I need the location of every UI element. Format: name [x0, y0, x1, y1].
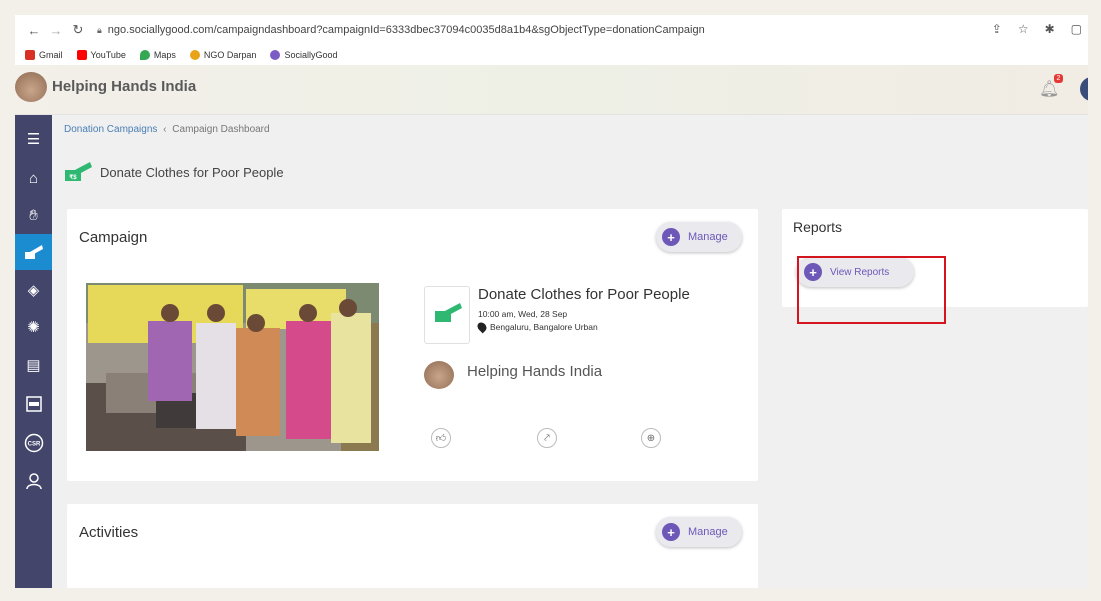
highlight-box [797, 256, 946, 324]
home-icon[interactable]: ⌂ [15, 160, 52, 196]
browser-window: ← → ↻ 🔒︎ ngo.sociallygood.com/campaignda… [15, 15, 1088, 588]
gmail-icon [25, 50, 35, 60]
breadcrumb-parent-link[interactable]: Donation Campaigns [64, 124, 157, 135]
hands-icon[interactable]: ✋︎ [15, 197, 52, 233]
ngo-darpan-icon [189, 50, 200, 60]
activities-card: Activities + Manage [67, 504, 758, 588]
campaign-photo [86, 283, 379, 451]
like-icon[interactable]: 👍︎ [431, 428, 451, 448]
bookmark-sociallygood[interactable]: SociallyGood [270, 50, 337, 60]
address-field[interactable]: 🔒︎ ngo.sociallygood.com/campaigndashboar… [97, 24, 705, 36]
donation-category-icon: ₹$ [64, 160, 94, 184]
sidebar: ☰ ⌂ ✋︎ ◈ ✺ ▤ CSR [15, 115, 52, 588]
org-logo[interactable] [15, 72, 47, 102]
campaign-icon-box [424, 286, 470, 344]
campaign-manage-button[interactable]: + Manage [656, 222, 742, 252]
breadcrumb: Donation Campaigns ‹ Campaign Dashboard [64, 124, 270, 135]
contacts-icon[interactable]: ▤ [15, 347, 52, 383]
breadcrumb-separator: ‹ [163, 124, 167, 135]
menu-icon[interactable]: ☰ [15, 121, 52, 157]
app-header: Helping Hands India 🔔︎ 2 [15, 65, 1088, 115]
forward-icon[interactable]: → [45, 23, 67, 38]
csr-icon[interactable]: CSR [15, 425, 52, 461]
campaign-location: Bengaluru, Bangalore Urban [475, 320, 598, 334]
reports-heading: Reports [793, 219, 843, 235]
main-content: Donation Campaigns ‹ Campaign Dashboard … [52, 115, 1088, 588]
bookmark-ngo-darpan[interactable]: NGO Darpan [189, 50, 256, 60]
campaign-org-name[interactable]: Helping Hands India [467, 363, 602, 380]
url-text: ngo.sociallygood.com/campaigndashboard?c… [107, 24, 705, 36]
award-icon[interactable]: ✺ [15, 309, 52, 345]
page-title: Donate Clothes for Poor People [100, 164, 284, 180]
share-icon[interactable]: ⇪ [992, 22, 1002, 36]
address-bar-row: ← → ↻ 🔒︎ ngo.sociallygood.com/campaignda… [15, 15, 1088, 45]
browser-actions: ⇪ ☆ ✱ ▢ [992, 22, 1082, 36]
maps-icon [139, 50, 150, 60]
add-user-icon[interactable]: ⊕ [641, 428, 661, 448]
plus-icon: + [662, 523, 680, 541]
activities-manage-button[interactable]: + Manage [656, 517, 742, 547]
plus-icon: + [662, 228, 680, 246]
location-pin-icon [475, 320, 489, 334]
ngo-icon[interactable] [15, 386, 52, 422]
youtube-icon [76, 50, 87, 60]
reload-icon[interactable]: ↻ [67, 22, 89, 38]
share-icon[interactable]: ⤤ [537, 428, 557, 448]
bookmark-youtube[interactable]: YouTube [76, 50, 126, 60]
bookmark-maps[interactable]: Maps [139, 50, 176, 60]
activities-heading: Activities [79, 524, 139, 541]
back-icon[interactable]: ← [23, 23, 45, 38]
svg-text:CSR: CSR [27, 442, 40, 448]
bookmark-gmail[interactable]: Gmail [25, 50, 63, 60]
campaign-datetime: 10:00 am, Wed, 28 Sep [478, 309, 568, 319]
org-avatar [424, 361, 454, 389]
notification-badge: 2 [1054, 74, 1063, 83]
avatar[interactable] [1080, 77, 1088, 101]
campaign-heading: Campaign [79, 229, 148, 246]
svg-text:₹$: ₹$ [69, 174, 77, 181]
lock-icon: 🔒︎ [97, 24, 102, 35]
breadcrumb-current: Campaign Dashboard [172, 124, 270, 135]
tag-icon[interactable]: ◈ [15, 272, 52, 308]
star-icon[interactable]: ☆ [1018, 22, 1029, 36]
bookmarks-bar: Gmail YouTube Maps NGO Darpan SociallyGo… [15, 45, 1088, 65]
sidepanel-icon[interactable]: ▢ [1071, 22, 1082, 36]
campaign-card: Campaign + Manage Donate Clothes for Poo… [67, 209, 758, 481]
sociallygood-icon [270, 50, 281, 60]
org-title: Helping Hands India [52, 78, 197, 95]
users-icon[interactable] [15, 463, 52, 499]
extensions-icon[interactable]: ✱ [1045, 22, 1055, 36]
page-title-row: ₹$ Donate Clothes for Poor People [64, 160, 284, 184]
campaign-title[interactable]: Donate Clothes for Poor People [478, 286, 690, 303]
donation-campaign-icon[interactable] [15, 234, 52, 270]
